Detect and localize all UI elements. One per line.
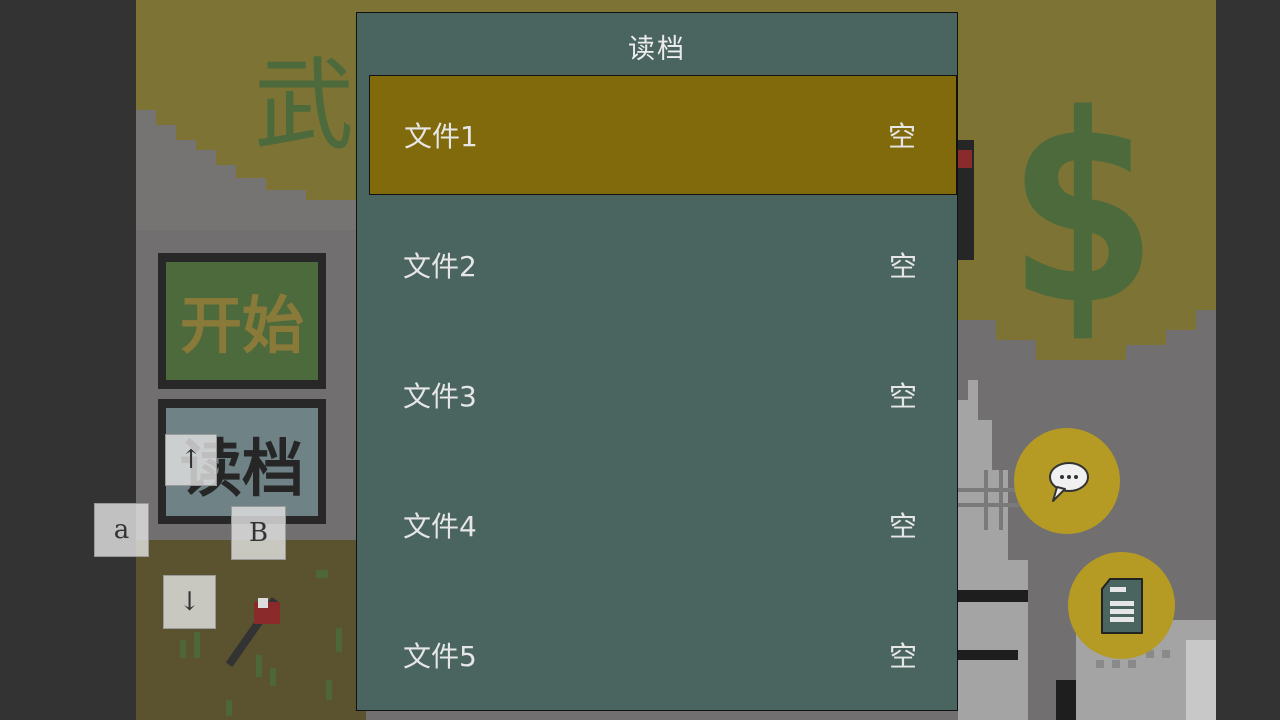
up-key[interactable]: ↑	[165, 434, 217, 486]
b-key[interactable]: B	[231, 506, 286, 560]
slot-status: 空	[888, 510, 917, 543]
slot-status: 空	[888, 250, 917, 283]
save-slot-3[interactable]: 文件3 空	[369, 335, 957, 455]
speech-bubble-icon	[1049, 462, 1089, 502]
slot-name: 文件3	[403, 380, 477, 413]
start-menu-label: 开始	[180, 289, 304, 362]
chat-button[interactable]	[1014, 428, 1120, 534]
down-key[interactable]: ↓	[163, 575, 216, 629]
save-slot-5[interactable]: 文件5 空	[369, 595, 957, 715]
slot-name: 文件4	[403, 510, 477, 543]
dialog-title: 读档	[628, 34, 686, 65]
save-slot-2[interactable]: 文件2 空	[369, 205, 957, 325]
slot-status: 空	[888, 380, 917, 413]
title-fragment: 武	[254, 47, 354, 164]
save-slot-4[interactable]: 文件4 空	[369, 465, 957, 585]
a-key[interactable]: a	[94, 503, 149, 557]
slot-name: 文件5	[403, 640, 477, 673]
save-file-icon	[1100, 577, 1143, 634]
dollar-sign: $	[1004, 60, 1161, 362]
slot-status: 空	[888, 640, 917, 673]
slot-name: 文件1	[404, 120, 478, 153]
load-dialog: 读档 文件1 空 文件2 空 文件3 空 文件4 空 文件5 空	[356, 12, 958, 711]
slot-name: 文件2	[403, 250, 477, 283]
save-slot-1[interactable]: 文件1 空	[369, 75, 957, 195]
slot-status: 空	[887, 120, 916, 153]
save-file-button[interactable]	[1068, 552, 1175, 659]
